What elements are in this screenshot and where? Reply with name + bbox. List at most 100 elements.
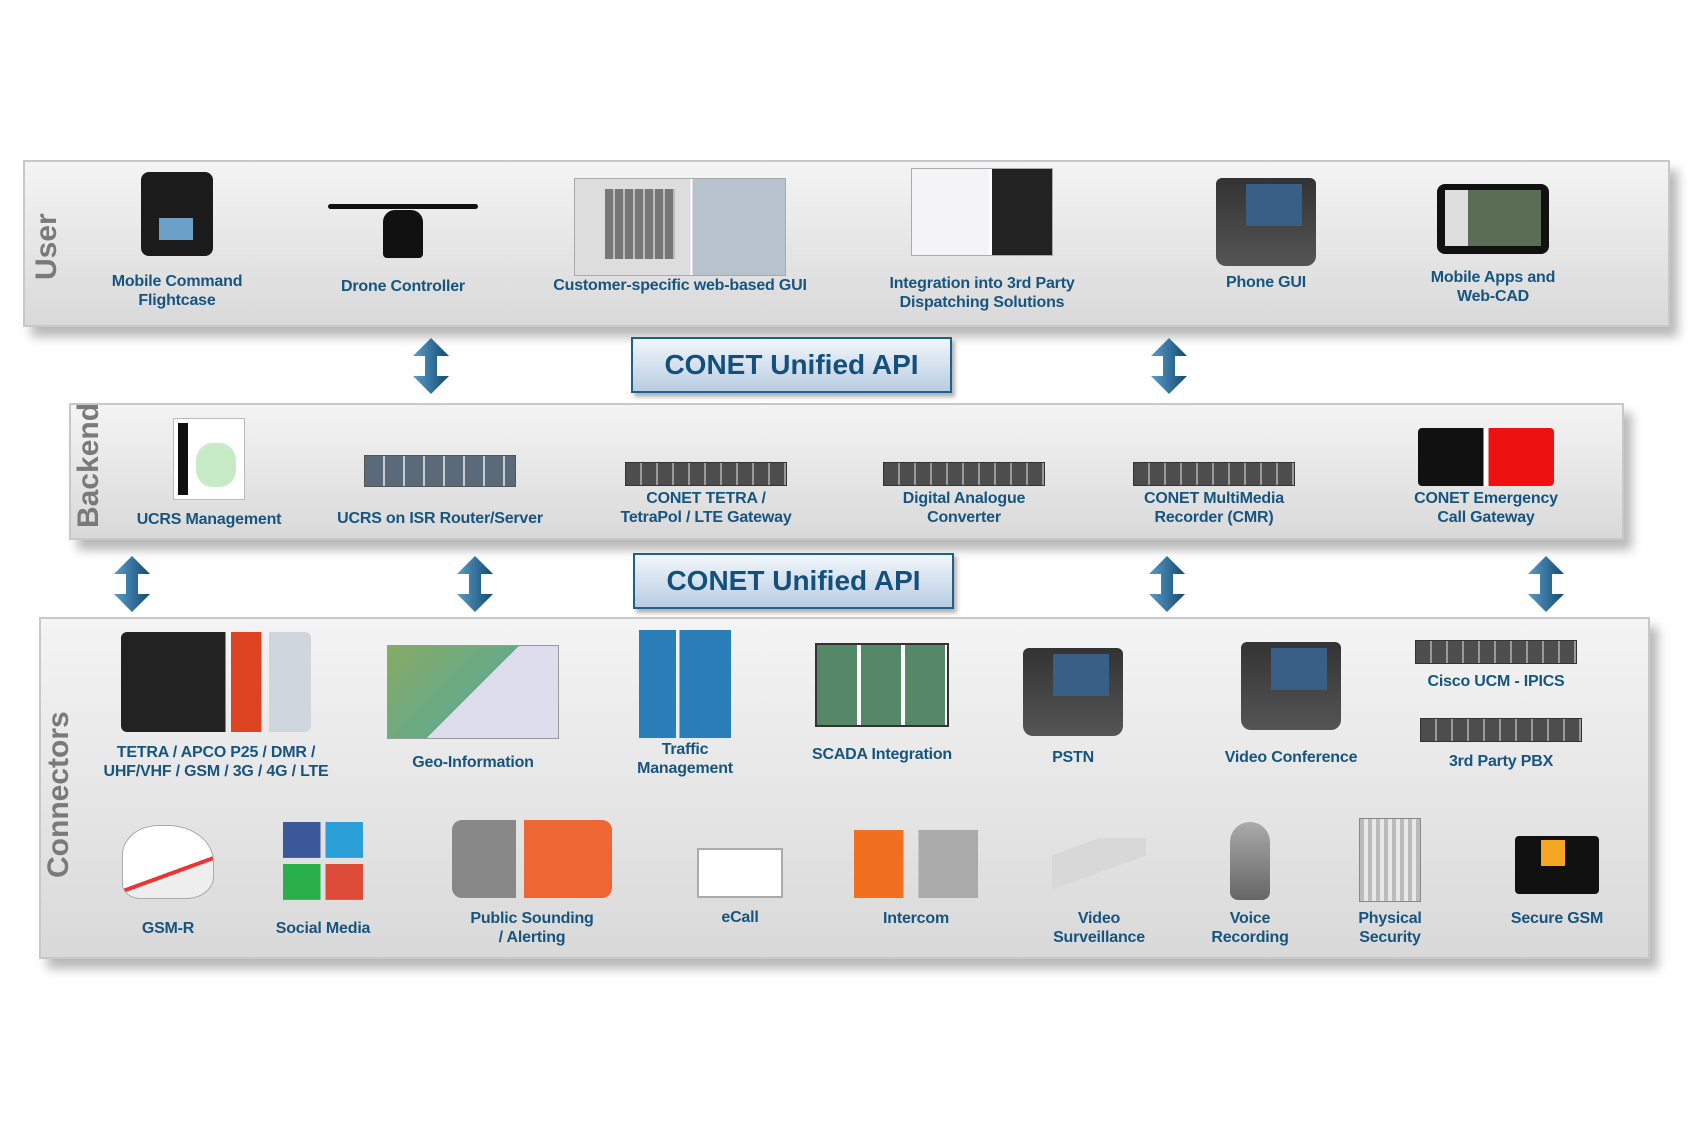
connectors-item-icon-wrap [697, 848, 783, 898]
backend-item-icon-wrap [1418, 428, 1554, 486]
label-line: SCADA Integration [811, 746, 953, 763]
connectors-layer-label: Connectors [42, 711, 75, 878]
server-icon [1415, 640, 1577, 664]
emergency-911-112-icon [1418, 428, 1554, 486]
label-line: GSM-R [141, 920, 195, 937]
bidirectional-arrow-icon [112, 556, 152, 612]
connectors-item-label: Cisco UCM - IPICS [1427, 672, 1564, 691]
connectors-item-label: Traffic Management [637, 740, 733, 778]
user-item-label: Phone GUI [1226, 273, 1306, 292]
label-line: Intercom [883, 910, 949, 927]
ecall-icon [697, 848, 783, 898]
bidirectional-arrow-icon [411, 338, 451, 394]
train-icon [122, 825, 214, 899]
gateway-server-icon [625, 462, 787, 486]
label-line: Customer-specific web-based GUI [553, 277, 807, 294]
camera-icon [1052, 838, 1146, 890]
connectors-item-label: Geo-Information [412, 753, 534, 772]
user-item-icon-wrap [911, 168, 1053, 256]
connectors-item-icon-wrap [1052, 838, 1146, 890]
user-item-label: Mobile Command Flightcase [112, 272, 243, 310]
label-line: Traffic [661, 741, 709, 758]
connectors-item-icon-wrap [452, 820, 612, 898]
geo-map-icon [387, 645, 559, 739]
backend-layer-panel [69, 403, 1624, 540]
video-phone-icon [1241, 642, 1341, 730]
user-item-label: Integration into 3rd Party Dispatching So… [889, 274, 1074, 312]
label-line: Flightcase [138, 292, 216, 309]
converter-server-icon [883, 462, 1045, 486]
social-media-icon [283, 822, 363, 900]
label-line: Recording [1211, 929, 1289, 946]
radio-phone-icon [121, 632, 311, 732]
micro-sd-icon [1515, 836, 1599, 894]
label-line: Geo-Information [412, 754, 534, 771]
user-item-label: Drone Controller [341, 277, 465, 296]
video-phone-icon [1216, 178, 1316, 266]
scada-screens-icon [815, 643, 949, 727]
label-line: / Alerting [498, 929, 566, 946]
connectors-item-label: Physical Security [1358, 909, 1422, 947]
label-line: CONET MultiMedia [1144, 490, 1284, 507]
label-line: Digital Analogue [902, 490, 1026, 507]
label-line: UCRS on ISR Router/Server [337, 510, 543, 527]
label-line: Voice [1229, 910, 1271, 927]
label-line: Video Conference [1224, 749, 1358, 766]
label-line: Call Gateway [1437, 509, 1535, 526]
connectors-item-label: Video Conference [1225, 748, 1358, 767]
web-gui-icon [574, 178, 786, 276]
label-line: Integration into 3rd Party [889, 275, 1075, 292]
connectors-item-icon-wrap [1359, 818, 1421, 902]
bidirectional-arrow-icon [1526, 556, 1566, 612]
connectors-item-icon-wrap [121, 632, 311, 732]
connectors-item-icon-wrap [1515, 836, 1599, 894]
label-line: Secure GSM [1510, 910, 1604, 927]
connectors-item-icon-wrap [1241, 642, 1341, 730]
connectors-item-label: TETRA / APCO P25 / DMR / UHF/VHF / GSM / … [103, 743, 328, 781]
connectors-item-label: SCADA Integration [812, 745, 952, 764]
label-line: TETRA / APCO P25 / DMR / [116, 744, 316, 761]
label-line: Mobile Apps and [1430, 269, 1556, 286]
backend-item-label: UCRS Management [137, 510, 282, 529]
backend-item-icon-wrap [883, 462, 1045, 486]
backend-item-label: Digital Analogue Converter [902, 489, 1026, 527]
label-line: Dispatching Solutions [899, 294, 1065, 311]
backend-item-label: CONET TETRA / TetraPol / LTE Gateway [620, 489, 791, 527]
bidirectional-arrow-icon [455, 556, 495, 612]
user-item-icon-wrap [1216, 178, 1316, 266]
label-line: Social Media [275, 920, 371, 937]
label-line: Recorder (CMR) [1154, 509, 1274, 526]
dispatch-screens-icon [911, 168, 1053, 256]
connectors-item-icon-wrap [1420, 718, 1582, 742]
connectors-item-label: 3rd Party PBX [1449, 752, 1553, 771]
flightcase-icon [141, 172, 213, 256]
backend-item-icon-wrap [173, 418, 245, 500]
backend-item-icon-wrap [625, 462, 787, 486]
label-line: UHF/VHF / GSM / 3G / 4G / LTE [103, 763, 329, 780]
label-line: TetraPol / LTE Gateway [620, 509, 792, 526]
siren-alert-icon [452, 820, 612, 898]
label-line: Physical [1358, 910, 1422, 927]
connectors-item-label: Secure GSM [1511, 909, 1603, 928]
label-line: 3rd Party PBX [1448, 753, 1554, 770]
backend-item-icon-wrap [364, 455, 516, 487]
connectors-item-label: PSTN [1052, 748, 1094, 767]
label-line: CONET Emergency [1414, 490, 1558, 507]
unified-api-box-top: CONET Unified API [631, 337, 952, 393]
backend-item-label: CONET Emergency Call Gateway [1414, 489, 1558, 527]
user-item-label: Customer-specific web-based GUI [553, 276, 807, 295]
connectors-item-icon-wrap [283, 822, 363, 900]
user-item-icon-wrap [574, 178, 786, 276]
label-line: Security [1359, 929, 1421, 946]
connectors-item-icon-wrap [854, 830, 978, 898]
user-item-icon-wrap [328, 198, 478, 258]
connectors-item-icon-wrap [1023, 648, 1123, 736]
tablet-icon [1437, 184, 1549, 254]
label-line: Public Sounding [470, 910, 594, 927]
connectors-item-label: GSM-R [141, 919, 195, 938]
user-layer-label: User [30, 213, 63, 280]
server-icon [1420, 718, 1582, 742]
label-line: Web-CAD [1456, 288, 1530, 305]
label-line: Surveillance [1053, 929, 1145, 946]
bidirectional-arrow-icon [1149, 338, 1189, 394]
